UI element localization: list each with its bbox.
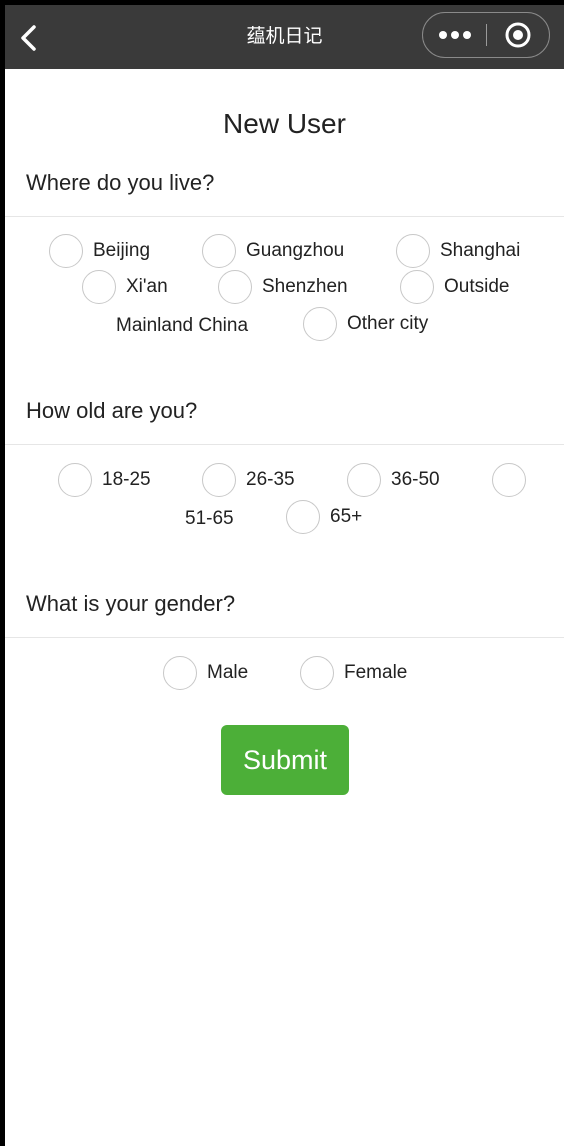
radio-age-65-plus[interactable]: 65+ <box>286 500 362 534</box>
radio-circle[interactable] <box>82 270 116 304</box>
option-label: Male <box>207 662 249 683</box>
option-label: Shenzhen <box>262 276 348 297</box>
radio-age-26-35[interactable]: 26-35 <box>202 463 295 497</box>
radio-female[interactable]: Female <box>300 656 407 690</box>
radio-circle[interactable] <box>400 270 434 304</box>
radio-guangzhou[interactable]: Guangzhou <box>202 234 344 268</box>
radio-circle[interactable] <box>396 234 430 268</box>
option-label: 36-50 <box>391 469 440 490</box>
radio-beijing[interactable]: Beijing <box>49 234 150 268</box>
option-label: Shanghai <box>440 240 521 261</box>
radio-circle[interactable] <box>49 234 83 268</box>
radio-circle[interactable] <box>202 463 236 497</box>
option-label-continued: Mainland China <box>116 315 249 336</box>
app-screen: 蕴机日记 New User Where do you live? Beijing… <box>5 5 564 1146</box>
radio-circle[interactable] <box>286 500 320 534</box>
page-title: New User <box>223 108 346 139</box>
submit-button[interactable]: Submit <box>221 725 349 795</box>
radio-outside-mainland-china[interactable]: Outside <box>400 270 509 304</box>
option-label: 65+ <box>330 506 363 527</box>
more-dots-icon <box>438 30 471 39</box>
mini-program-capsule <box>422 12 550 58</box>
option-label: 26-35 <box>246 469 295 490</box>
gender-question: What is your gender? <box>26 591 236 616</box>
radio-circle[interactable] <box>300 656 334 690</box>
option-label-age-51-65: 51-65 <box>185 508 234 529</box>
radio-circle[interactable] <box>163 656 197 690</box>
navigation-bar: 蕴机日记 <box>5 5 564 69</box>
radio-shenzhen[interactable]: Shenzhen <box>218 270 348 304</box>
more-button[interactable] <box>423 13 486 56</box>
option-label: Xi'an <box>126 276 168 297</box>
option-label: 18-25 <box>102 469 151 490</box>
radio-other-city[interactable]: Other city <box>303 307 428 341</box>
radio-male[interactable]: Male <box>163 656 248 690</box>
radio-shanghai[interactable]: Shanghai <box>396 234 520 268</box>
divider <box>5 216 564 217</box>
radio-xian[interactable]: Xi'an <box>82 270 168 304</box>
radio-age-18-25[interactable]: 18-25 <box>58 463 151 497</box>
option-label: Beijing <box>93 240 151 261</box>
radio-age-51-65[interactable] <box>492 463 526 497</box>
radio-circle[interactable] <box>492 463 526 497</box>
option-label: Outside <box>444 276 510 297</box>
radio-circle[interactable] <box>347 463 381 497</box>
location-question: Where do you live? <box>26 170 215 195</box>
target-circle-icon <box>505 22 531 47</box>
radio-circle[interactable] <box>202 234 236 268</box>
option-label: Guangzhou <box>246 240 345 261</box>
radio-circle[interactable] <box>218 270 252 304</box>
radio-circle[interactable] <box>303 307 337 341</box>
age-question: How old are you? <box>26 398 198 423</box>
close-miniprogram-button[interactable] <box>487 13 549 56</box>
divider <box>5 444 564 445</box>
radio-age-36-50[interactable]: 36-50 <box>347 463 440 497</box>
radio-circle[interactable] <box>58 463 92 497</box>
divider <box>5 637 564 638</box>
option-label: Female <box>344 662 408 683</box>
option-label: Other city <box>347 313 429 334</box>
